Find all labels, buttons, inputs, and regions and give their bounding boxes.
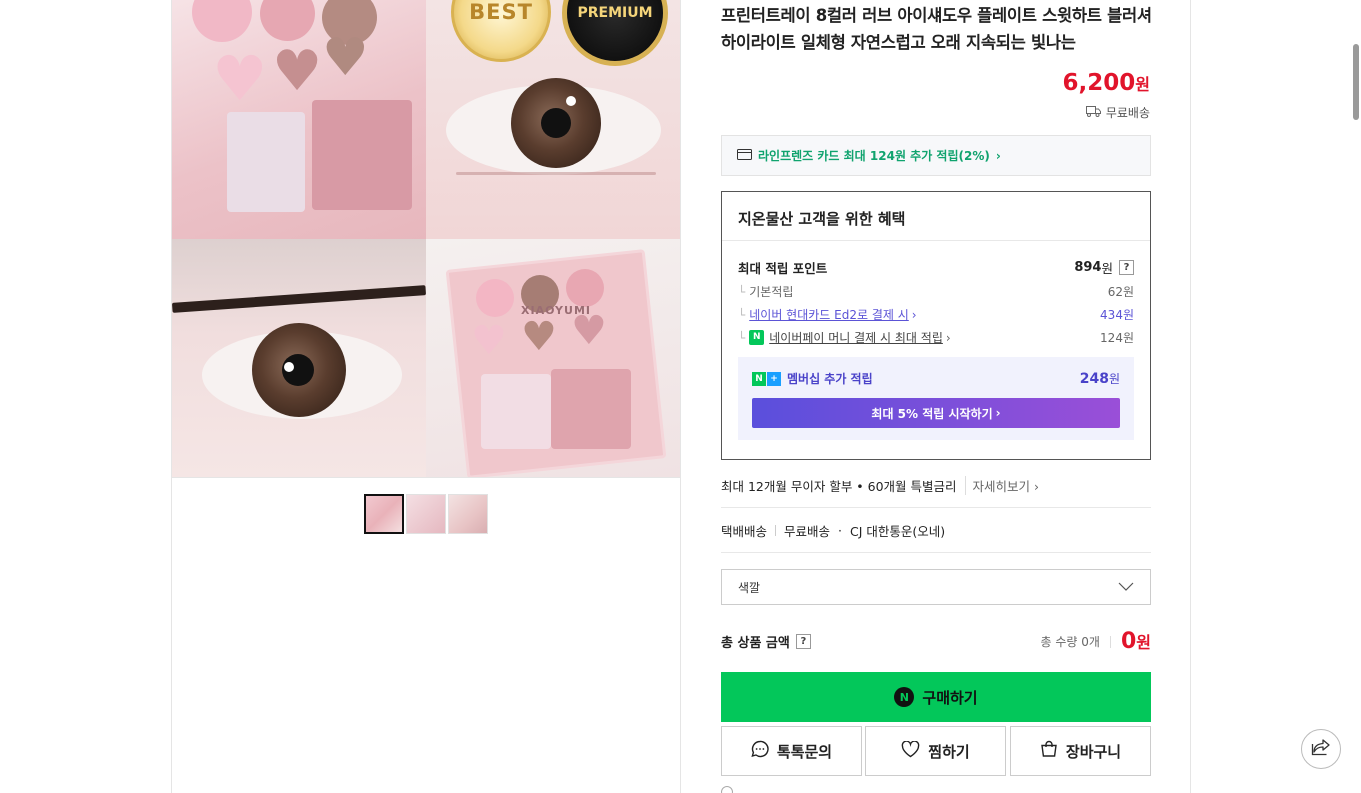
benefit-item-label: 기본적립 xyxy=(749,285,794,299)
total-help-icon[interactable]: ? xyxy=(795,634,811,649)
delivery-carrier: CJ 대한통운(오네) xyxy=(850,524,946,539)
benefit-item-npay-money[interactable]: └ N 네이버페이 머니 결제 시 최대 적립 › 124원 xyxy=(738,329,1134,346)
divider xyxy=(721,552,1151,553)
buy-button[interactable]: N 구매하기 xyxy=(721,672,1151,722)
installment-more-label: 자세히보기 xyxy=(972,479,1031,494)
shipping-badge: 무료배송 xyxy=(1085,104,1150,121)
membership-start-button[interactable]: 최대 5% 적립 시작하기 › xyxy=(752,398,1120,428)
palette-brand-text: XIAOYUMI xyxy=(521,304,591,317)
thumbnail-2[interactable] xyxy=(406,494,446,534)
cart-button[interactable]: 장바구니 xyxy=(1010,726,1151,776)
price-unit: 원 xyxy=(1135,75,1150,94)
product-title: 프린터트레이 8컬러 러브 아이섀도우 플레이트 스윗하트 블러셔 하이라이트 … xyxy=(721,6,1152,52)
chat-bubble-icon xyxy=(751,740,769,762)
buy-button-label: 구매하기 xyxy=(922,688,978,707)
product-main-image[interactable]: ♥ ♥ ♥ ♥ ♥ ♥ XIAOYUMI BEST PREMIUM xyxy=(172,0,680,478)
image-eye-closeup-2 xyxy=(172,239,426,477)
total-label: 총 상품 금액 xyxy=(721,636,790,651)
benefit-item-value: 62원 xyxy=(1107,285,1134,299)
heart-icon xyxy=(901,739,920,762)
benefit-item-link[interactable]: 네이버 현대카드 Ed2로 결제 시 xyxy=(749,308,909,322)
membership-button-label: 최대 5% 적립 시작하기 xyxy=(871,406,993,421)
delivery-label: 택배배송 xyxy=(721,524,768,539)
total-row: 총 상품 금액 ? 총 수량 0개 0원 xyxy=(721,629,1151,654)
points-help-icon[interactable]: ? xyxy=(1119,260,1134,275)
installment-more-link[interactable]: 자세히보기 › xyxy=(964,476,1039,495)
installment-text: 최대 12개월 무이자 할부 • 60개월 특별금리 xyxy=(721,479,957,494)
benefit-panel: 지온물산 고객을 위한 혜택 최대 적립 포인트 894 원 ? └ 기본적립 62… xyxy=(721,191,1151,460)
card-promo-banner[interactable]: 라인프렌즈 카드 최대 124원 추가 적립(2%) › xyxy=(721,135,1151,176)
chevron-right-icon: › xyxy=(995,148,1001,163)
total-unit: 원 xyxy=(1136,633,1151,652)
share-icon xyxy=(1311,738,1331,760)
cart-button-label: 장바구니 xyxy=(1065,742,1122,761)
chevron-down-icon xyxy=(1118,580,1134,594)
total-quantity: 총 수량 0개 xyxy=(1040,635,1100,649)
delivery-row: 택배배송 무료배송 · CJ 대한통운(오네) xyxy=(721,521,945,540)
membership-label: 멤버십 추가 적립 xyxy=(787,372,873,386)
talk-inquiry-button[interactable]: 톡톡문의 xyxy=(721,726,862,776)
benefit-item-value: 434원 xyxy=(1100,308,1134,322)
total-amount: 0 xyxy=(1120,629,1137,654)
installment-row: 최대 12개월 무이자 할부 • 60개월 특별금리 자세히보기 › xyxy=(721,476,1151,495)
thumbnail-strip xyxy=(364,494,488,534)
thumbnail-1[interactable] xyxy=(364,494,404,534)
benefit-item-value: 124원 xyxy=(1100,331,1134,345)
naver-plus-icon: N + xyxy=(752,371,781,386)
image-palette-closeup: ♥ ♥ ♥ xyxy=(172,0,426,239)
membership-box: N + 멤버십 추가 적립 248원 최대 5% 적립 시작하기 › xyxy=(738,357,1134,440)
npay-icon: N xyxy=(749,330,765,345)
delivery-fee: 무료배송 xyxy=(784,524,831,539)
chevron-right-icon: › xyxy=(995,406,1001,420)
benefit-heading: 지온물산 고객을 위한 혜택 xyxy=(722,192,1150,241)
chevron-right-icon: › xyxy=(911,308,917,322)
partial-bottom-row xyxy=(721,786,733,793)
benefit-item-basic: └ 기본적립 62원 xyxy=(738,285,1134,299)
membership-row: N + 멤버십 추가 적립 248원 xyxy=(752,370,1120,387)
truck-icon xyxy=(1085,105,1101,120)
color-option-select[interactable]: 색깔 xyxy=(721,569,1151,605)
delivery-dot: · xyxy=(838,523,843,538)
shipping-label: 무료배송 xyxy=(1105,106,1150,120)
share-button[interactable] xyxy=(1301,729,1341,769)
naver-pay-icon: N xyxy=(894,687,915,707)
card-icon xyxy=(737,148,752,163)
wish-button-label: 찜하기 xyxy=(928,742,970,761)
select-placeholder: 색깔 xyxy=(738,580,761,595)
chevron-right-icon: › xyxy=(945,330,951,345)
separator xyxy=(775,525,777,536)
membership-points: 248 xyxy=(1079,371,1109,387)
max-points-unit: 원 xyxy=(1101,261,1113,276)
benefit-item-link[interactable]: 네이버페이 머니 결제 시 최대 적립 xyxy=(769,329,943,346)
card-promo-text: 라인프렌즈 카드 최대 124원 추가 적립(2%) xyxy=(758,149,990,163)
image-palette-product: ♥ ♥ ♥ XIAOYUMI xyxy=(426,239,680,477)
separator xyxy=(1109,635,1111,648)
max-points-row: 최대 적립 포인트 894 원 ? xyxy=(738,258,1134,277)
benefit-item-hyundai-card[interactable]: └ 네이버 현대카드 Ed2로 결제 시 › 434원 xyxy=(738,306,1134,323)
membership-unit: 원 xyxy=(1108,372,1120,386)
divider xyxy=(721,507,1151,508)
talk-button-label: 톡톡문의 xyxy=(776,742,833,761)
radio-button[interactable] xyxy=(721,786,733,793)
product-price: 6,200원 xyxy=(1063,70,1151,96)
page-scrollbar[interactable] xyxy=(1353,44,1359,120)
price-value: 6,200 xyxy=(1062,70,1136,96)
thumbnail-3[interactable] xyxy=(448,494,488,534)
shopping-bag-icon xyxy=(1040,740,1058,762)
wish-button[interactable]: 찜하기 xyxy=(865,726,1006,776)
max-points-value: 894 xyxy=(1074,260,1102,275)
max-points-label: 최대 적립 포인트 xyxy=(738,261,828,276)
